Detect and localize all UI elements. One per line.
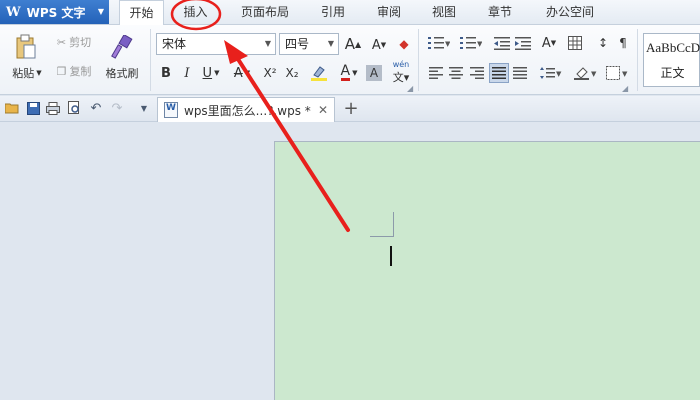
character-shading-button[interactable]: A <box>366 65 382 81</box>
svg-text:▼: ▼ <box>556 70 562 78</box>
print-icon[interactable] <box>45 100 61 116</box>
chevron-down-icon: ▼ <box>328 34 334 54</box>
borders-icon[interactable]: ▼ <box>604 65 632 81</box>
copy-label: 复制 <box>69 63 91 79</box>
svg-text:▼: ▼ <box>445 40 450 48</box>
line-spacing-icon[interactable]: ▼ <box>538 65 564 81</box>
italic-button[interactable]: I <box>179 64 195 82</box>
margin-corner-mark <box>393 212 394 237</box>
tab-home[interactable]: 开始 <box>119 0 164 26</box>
underline-button[interactable]: U▼ <box>198 64 224 82</box>
font-name-select[interactable]: 宋体 ▼ <box>156 33 276 55</box>
print-preview-icon[interactable] <box>66 100 82 116</box>
app-menu-button[interactable]: W WPS 文字 ▼ <box>0 0 109 24</box>
paragraph-shading-icon[interactable]: ▼ <box>572 65 600 81</box>
customize-toolbar-chevron-icon[interactable]: ▼ <box>136 100 152 116</box>
open-folder-icon[interactable] <box>4 100 20 116</box>
copy-button[interactable]: ❐复制 <box>50 62 98 80</box>
svg-text:▼: ▼ <box>591 70 597 78</box>
app-title: WPS 文字 <box>27 4 86 21</box>
ribbon-toolbar: 粘贴▼ ✂剪切 ❐复制 格式刷 宋体▼ 四号▼ A▲ A▼ ◆ B I U▼ A… <box>0 25 700 95</box>
paragraph-dialog-launcher-icon[interactable]: ◢ <box>622 84 628 93</box>
align-right-icon[interactable] <box>469 65 485 81</box>
style-name: 正文 <box>644 64 700 81</box>
strikethrough-button[interactable]: A▼ <box>229 64 255 82</box>
tab-insert[interactable]: 插入 <box>173 0 218 25</box>
margin-corner-mark <box>370 236 394 237</box>
paste-label: 粘贴 <box>12 65 34 81</box>
grow-font-label: A <box>345 35 355 53</box>
align-center-icon[interactable] <box>448 65 464 81</box>
bullet-list-icon[interactable]: ▼ <box>426 34 452 52</box>
chevron-down-icon: ▼ <box>98 7 104 16</box>
cut-button[interactable]: ✂剪切 <box>50 33 98 51</box>
justify-icon[interactable] <box>489 63 509 83</box>
chevron-down-icon: ▼ <box>265 34 271 54</box>
style-gallery-normal[interactable]: AaBbCcD 正文 <box>643 33 700 87</box>
font-size-select[interactable]: 四号 ▼ <box>279 33 339 55</box>
tab-references[interactable]: 引用 <box>313 0 353 25</box>
distributed-align-icon[interactable] <box>512 65 528 81</box>
new-tab-button[interactable]: + <box>341 98 361 120</box>
tab-office-space[interactable]: 办公空间 <box>536 0 604 25</box>
format-painter-button[interactable]: 格式刷 <box>100 65 144 81</box>
table-icon[interactable] <box>566 34 584 52</box>
decrease-indent-icon[interactable] <box>493 34 511 52</box>
numbered-list-icon[interactable]: ▼ <box>458 34 484 52</box>
copy-icon: ❐ <box>57 65 67 78</box>
bold-button[interactable]: B <box>158 64 174 82</box>
save-icon[interactable] <box>25 100 41 116</box>
document-tab-title: wps里面怎么...?.wps * <box>184 102 316 119</box>
shrink-font-label: A <box>372 38 381 53</box>
paste-button[interactable]: 粘贴▼ <box>5 65 49 81</box>
close-icon[interactable]: ✕ <box>316 103 330 117</box>
tab-page-layout[interactable]: 页面布局 <box>234 0 296 25</box>
superscript-button[interactable]: X² <box>260 64 280 82</box>
tab-review[interactable]: 审阅 <box>369 0 409 25</box>
cut-label: 剪切 <box>69 34 91 50</box>
font-dialog-launcher-icon[interactable]: ◢ <box>407 84 413 93</box>
subscript-button[interactable]: X₂ <box>282 64 302 82</box>
style-sample-text: AaBbCcD <box>646 40 700 56</box>
svg-text:▼: ▼ <box>622 70 628 78</box>
increase-indent-icon[interactable] <box>514 34 532 52</box>
align-left-icon[interactable] <box>428 65 444 81</box>
text-cursor <box>390 246 392 266</box>
ribbon-divider <box>418 29 419 91</box>
asian-layout-button[interactable]: A▼ <box>536 34 562 52</box>
font-size-value: 四号 <box>285 37 309 51</box>
phonetic-label: wén <box>393 60 410 69</box>
font-name-value: 宋体 <box>162 37 186 51</box>
menu-bar: W WPS 文字 ▼ 开始 插入 页面布局 引用 审阅 视图 章节 办公空间 <box>0 0 700 25</box>
highlight-color-button[interactable] <box>306 64 332 82</box>
sort-icon[interactable]: ↕ <box>594 34 612 52</box>
document-page[interactable] <box>274 141 700 400</box>
scissors-icon: ✂ <box>57 36 66 49</box>
grow-font-button[interactable]: A▲ <box>344 34 362 54</box>
paste-icon[interactable] <box>14 33 38 61</box>
tab-view[interactable]: 视图 <box>424 0 464 25</box>
font-color-button[interactable]: A▼ <box>336 64 362 82</box>
underline-label: U <box>203 66 213 81</box>
document-tab[interactable]: wps里面怎么...?.wps * ✕ <box>157 97 335 122</box>
wps-logo-icon: W <box>6 5 21 20</box>
redo-icon[interactable]: ↷ <box>109 100 125 116</box>
shrink-font-button[interactable]: A▼ <box>370 36 388 54</box>
ribbon-divider <box>150 29 151 91</box>
svg-text:▼: ▼ <box>477 40 482 48</box>
wps-document-icon <box>164 102 178 118</box>
ribbon-divider <box>637 29 638 91</box>
format-painter-icon[interactable] <box>110 33 134 61</box>
clear-format-icon[interactable]: ◆ <box>395 34 413 54</box>
phonetic-guide-button[interactable]: wén文▾ <box>388 61 414 83</box>
undo-icon[interactable]: ↶ <box>88 100 104 116</box>
tab-chapter[interactable]: 章节 <box>480 0 520 25</box>
show-hide-marks-icon[interactable]: ¶ <box>614 34 632 52</box>
font-color-label: A <box>341 65 351 81</box>
